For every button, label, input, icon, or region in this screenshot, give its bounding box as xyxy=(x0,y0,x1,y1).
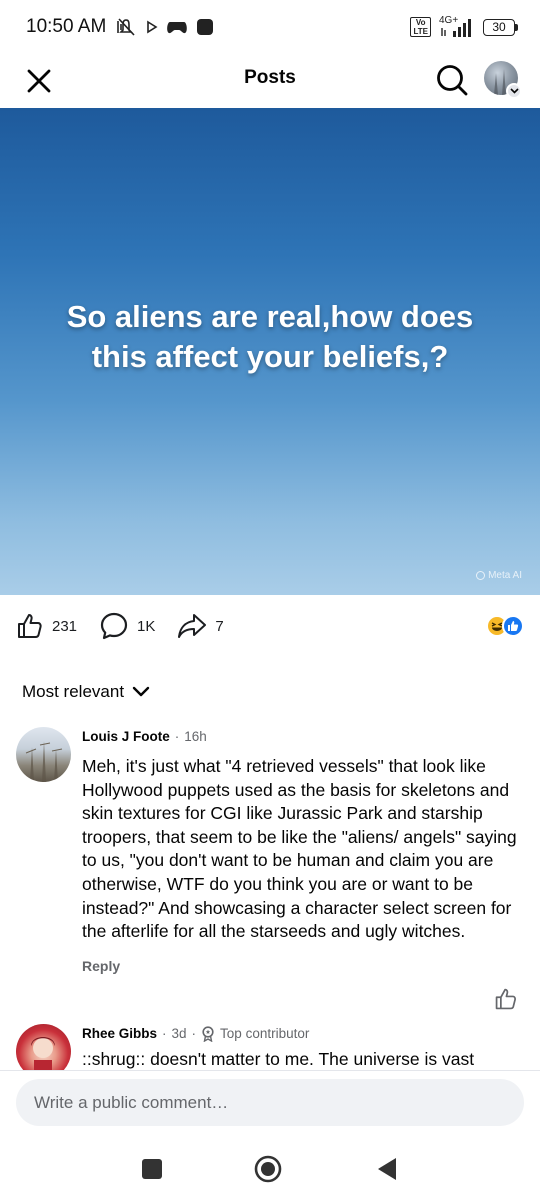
meta-ai-watermark: Meta AI xyxy=(476,570,522,581)
status-notification-icons xyxy=(114,17,214,37)
recents-button[interactable] xyxy=(137,1154,167,1184)
comment-like-button[interactable] xyxy=(494,987,518,1016)
play-store-icon xyxy=(147,20,158,34)
battery-icon: 30 xyxy=(483,18,518,36)
search-icon xyxy=(437,65,468,96)
top-contributor-badge: Top contributor xyxy=(201,1024,309,1044)
status-bar: 10:50 AM Vo LTE 4G+ 30 xyxy=(0,0,540,54)
comment-header: Louis J Foote · 16h xyxy=(82,727,522,747)
comment-sort-dropdown[interactable]: Most relevant xyxy=(22,682,150,702)
thumbs-up-icon xyxy=(495,988,516,1010)
profile-menu-button[interactable] xyxy=(484,61,522,99)
badge-icon xyxy=(202,1026,214,1042)
chevron-down-icon xyxy=(506,83,522,99)
comment-text: ::shrug:: doesn't matter to me. The univ… xyxy=(82,1049,475,1069)
reply-button[interactable]: Reply xyxy=(82,958,522,974)
meta-ai-icon xyxy=(476,571,486,580)
gamepad-icon xyxy=(167,22,188,34)
app-notification-icon xyxy=(197,19,214,35)
status-system-icons: Vo LTE 4G+ 30 xyxy=(410,15,518,39)
comment-button[interactable]: 1K xyxy=(99,611,155,641)
app-header: Posts xyxy=(0,54,540,108)
like-reaction-icon xyxy=(502,615,524,637)
share-button[interactable]: 7 xyxy=(177,612,224,640)
recents-square-icon xyxy=(142,1159,162,1179)
reaction-summary[interactable] xyxy=(486,615,524,637)
back-triangle-icon xyxy=(378,1158,396,1180)
commenter-avatar[interactable] xyxy=(16,1024,71,1070)
comment-body: Rhee Gibbs · 3d · Top contributor ::shru… xyxy=(82,1024,522,1070)
separator-dot: · xyxy=(191,1026,197,1041)
home-button[interactable] xyxy=(253,1154,283,1184)
commenter-name[interactable]: Louis J Foote xyxy=(82,727,170,747)
comment-item: Rhee Gibbs · 3d · Top contributor ::shru… xyxy=(16,1024,526,1070)
mute-vibrate-icon xyxy=(117,18,135,36)
volte-icon: Vo LTE xyxy=(410,17,431,37)
home-circle-icon xyxy=(254,1155,282,1183)
comment-input[interactable]: Write a public comment… xyxy=(16,1079,524,1126)
comment-bubble-icon xyxy=(100,612,128,640)
comment-time: 16h xyxy=(184,729,207,744)
post-image-caption: So aliens are real,how does this affect … xyxy=(66,298,474,374)
comment-composer: Write a public comment… xyxy=(0,1070,540,1134)
signal-icon: 4G+ xyxy=(439,15,475,39)
comment-time: 3d xyxy=(171,1026,187,1041)
share-arrow-icon xyxy=(178,614,207,638)
comment-body: Louis J Foote · 16h Meh, it's just what … xyxy=(82,727,522,974)
post-image[interactable]: So aliens are real,how does this affect … xyxy=(0,108,540,595)
comment-item: Louis J Foote · 16h Meh, it's just what … xyxy=(16,727,526,1027)
share-count: 7 xyxy=(215,617,224,635)
battery-level: 30 xyxy=(483,18,515,36)
comment-count: 1K xyxy=(137,617,156,635)
like-count: 231 xyxy=(52,617,78,635)
status-time: 10:50 AM xyxy=(26,16,107,37)
commenter-avatar[interactable] xyxy=(16,727,71,782)
sort-label: Most relevant xyxy=(22,682,125,701)
comment-header: Rhee Gibbs · 3d · Top contributor xyxy=(82,1024,522,1044)
meta-ai-label: Meta AI xyxy=(488,570,522,581)
like-button[interactable]: 231 xyxy=(16,612,77,640)
back-button[interactable] xyxy=(372,1154,402,1184)
comment-text: Meh, it's just what "4 retrieved vessels… xyxy=(82,756,517,942)
chevron-down-icon xyxy=(132,686,150,697)
search-button[interactable] xyxy=(432,60,472,100)
separator-dot: · xyxy=(162,1026,167,1041)
post-actions: 231 1K 7 xyxy=(0,604,540,648)
badge-label: Top contributor xyxy=(220,1026,310,1041)
system-nav-bar xyxy=(0,1134,540,1199)
separator-dot: · xyxy=(174,729,180,744)
thumbs-up-icon xyxy=(18,614,42,638)
commenter-name[interactable]: Rhee Gibbs xyxy=(82,1024,157,1044)
